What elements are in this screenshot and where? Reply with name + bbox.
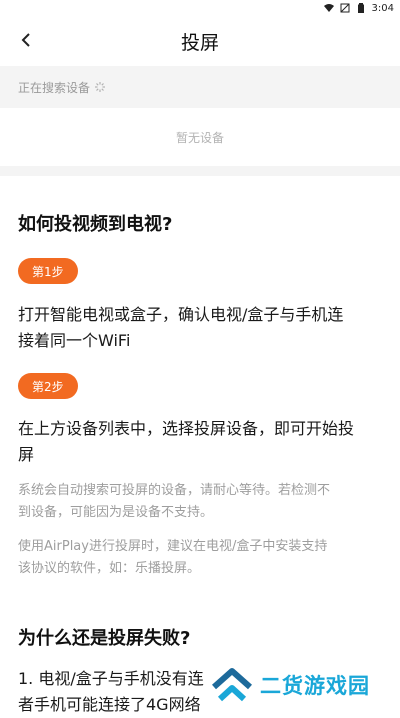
guide-content: 如何投视频到电视? 第1步 打开智能电视或盒子，确认电视/盒子与手机连 接着同一… — [0, 176, 400, 714]
loading-spinner-icon — [95, 82, 106, 92]
search-status-text: 正在搜索设备 — [18, 80, 91, 95]
step-1-line-2: 接着同一个WiFi — [18, 331, 131, 350]
note-1-line-2: 到设备，可能因为是设备不支持。 — [18, 505, 214, 520]
back-button[interactable] — [14, 28, 38, 52]
step-2-line-2: 屏 — [18, 445, 35, 464]
note-2-line-1: 使用AirPlay进行投屏时，建议在电视/盒子中安装支持 — [18, 539, 328, 554]
section-divider — [0, 166, 400, 176]
step-2-line-1: 在上方设备列表中，选择投屏设备，即可开始投 — [18, 419, 355, 438]
step-1-badge: 第1步 — [18, 258, 78, 284]
chevron-left-icon — [21, 33, 30, 47]
wifi-icon — [323, 4, 334, 12]
airplay-hint-note: 使用AirPlay进行投屏时，建议在电视/盒子中安装支持 该协议的软件，如：乐播… — [18, 536, 384, 580]
page-title: 投屏 — [180, 31, 219, 54]
search-hint-note: 系统会自动搜索可投屏的设备，请耐心等待。若检测不 到设备，可能因为是设备不支持。 — [18, 480, 384, 524]
step-1-line-1: 打开智能电视或盒子，确认电视/盒子与手机连 — [18, 305, 344, 324]
device-search-status: 正在搜索设备 — [0, 66, 400, 108]
status-bar: 3:04 — [0, 0, 400, 16]
note-1-line-1: 系统会自动搜索可投屏的设备，请耐心等待。若检测不 — [18, 483, 331, 498]
site-watermark: 二货游戏园 — [210, 662, 400, 708]
top-nav-bar: 投屏 — [0, 16, 400, 66]
battery-icon — [357, 3, 364, 13]
watermark-text: 二货游戏园 — [260, 674, 370, 698]
failure-heading: 为什么还是投屏失败? — [18, 628, 191, 649]
step-2-badge: 第2步 — [18, 373, 78, 399]
note-2-line-2: 该协议的软件，如：乐播投屏。 — [18, 561, 201, 576]
device-list-empty: 暂无设备 — [0, 108, 400, 166]
empty-device-text: 暂无设备 — [175, 130, 224, 145]
status-time: 3:04 — [371, 2, 394, 14]
chevron-logo-icon — [212, 668, 252, 702]
guide-heading: 如何投视频到电视? — [18, 214, 173, 235]
signal-off-icon — [340, 3, 350, 13]
step-2-text: 在上方设备列表中，选择投屏设备，即可开始投 屏 — [18, 416, 384, 468]
step-1-text: 打开智能电视或盒子，确认电视/盒子与手机连 接着同一个WiFi — [18, 302, 384, 354]
